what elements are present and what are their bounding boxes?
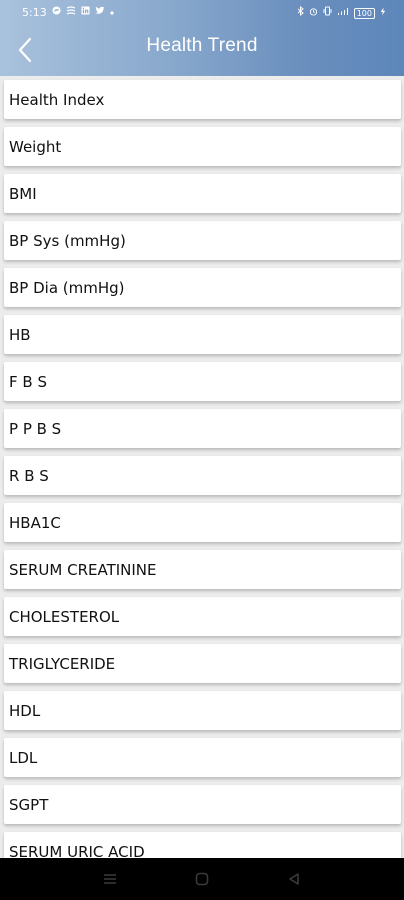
- health-trend-screen: 5:13 100 Health Trend Health Index Weigh…: [0, 0, 404, 900]
- status-right: 100: [297, 5, 386, 20]
- twitter-icon: [95, 6, 105, 19]
- vibrate-icon: [323, 6, 332, 20]
- message-icon: [66, 6, 76, 19]
- list-item-label: Health Index: [9, 91, 105, 109]
- health-metric-list: Health Index Weight BMI BP Sys (mmHg) BP…: [0, 76, 404, 858]
- list-item-sgpt[interactable]: SGPT: [4, 785, 401, 824]
- messenger-icon: [52, 6, 61, 19]
- list-item-cholesterol[interactable]: CHOLESTEROL: [4, 597, 401, 636]
- list-item-fbs[interactable]: F B S: [4, 362, 401, 401]
- list-item-label: SERUM URIC ACID: [9, 843, 145, 858]
- signal-icon: [337, 7, 349, 20]
- list-item-serum-uric-acid[interactable]: SERUM URIC ACID: [4, 832, 401, 858]
- linkedin-icon: [81, 6, 90, 19]
- bluetooth-icon: [297, 5, 304, 20]
- list-item-label: SERUM CREATININE: [9, 561, 157, 579]
- app-header: 5:13 100 Health Trend: [0, 0, 404, 76]
- list-item-label: HBA1C: [9, 514, 61, 532]
- list-item-label: F B S: [9, 373, 47, 391]
- charging-icon: [380, 7, 386, 20]
- list-item-label: Weight: [9, 138, 62, 156]
- menu-icon: [104, 874, 116, 884]
- battery-icon: 100: [353, 7, 375, 19]
- list-item-label: R B S: [9, 467, 49, 485]
- status-left: 5:13: [22, 6, 114, 19]
- back-triangle-icon: [289, 873, 299, 885]
- status-time: 5:13: [22, 6, 47, 19]
- list-item-label: BMI: [9, 185, 37, 203]
- list-item-bmi[interactable]: BMI: [4, 174, 401, 213]
- list-item-label: TRIGLYCERIDE: [9, 655, 116, 673]
- list-item-ldl[interactable]: LDL: [4, 738, 401, 777]
- home-button[interactable]: [192, 870, 212, 888]
- list-item-serum-creatinine[interactable]: SERUM CREATININE: [4, 550, 401, 589]
- dot-icon: [110, 7, 114, 19]
- list-item-ppbs[interactable]: P P B S: [4, 409, 401, 448]
- list-item-weight[interactable]: Weight: [4, 127, 401, 166]
- list-item-triglyceride[interactable]: TRIGLYCERIDE: [4, 644, 401, 683]
- alarm-icon: [309, 7, 318, 20]
- list-item-label: HB: [9, 326, 31, 344]
- list-item-bp-sys[interactable]: BP Sys (mmHg): [4, 221, 401, 260]
- menu-button[interactable]: [100, 870, 120, 888]
- list-item-label: SGPT: [9, 796, 49, 814]
- system-back-button[interactable]: [284, 870, 304, 888]
- list-item-label: HDL: [9, 702, 41, 720]
- list-item-label: P P B S: [9, 420, 62, 438]
- list-item-label: BP Dia (mmHg): [9, 279, 125, 297]
- list-item-hba1c[interactable]: HBA1C: [4, 503, 401, 542]
- system-nav-bar: [0, 858, 404, 900]
- list-item-label: BP Sys (mmHg): [9, 232, 126, 250]
- status-bar: 5:13 100: [0, 0, 404, 26]
- list-item-label: CHOLESTEROL: [9, 608, 120, 626]
- list-item-rbs[interactable]: R B S: [4, 456, 401, 495]
- page-title: Health Trend: [146, 35, 258, 56]
- list-item-label: LDL: [9, 749, 38, 767]
- list-item-hdl[interactable]: HDL: [4, 691, 401, 730]
- list-item-hb[interactable]: HB: [4, 315, 401, 354]
- list-item-bp-dia[interactable]: BP Dia (mmHg): [4, 268, 401, 307]
- home-icon: [195, 872, 209, 886]
- list-item-health-index[interactable]: Health Index: [4, 80, 401, 119]
